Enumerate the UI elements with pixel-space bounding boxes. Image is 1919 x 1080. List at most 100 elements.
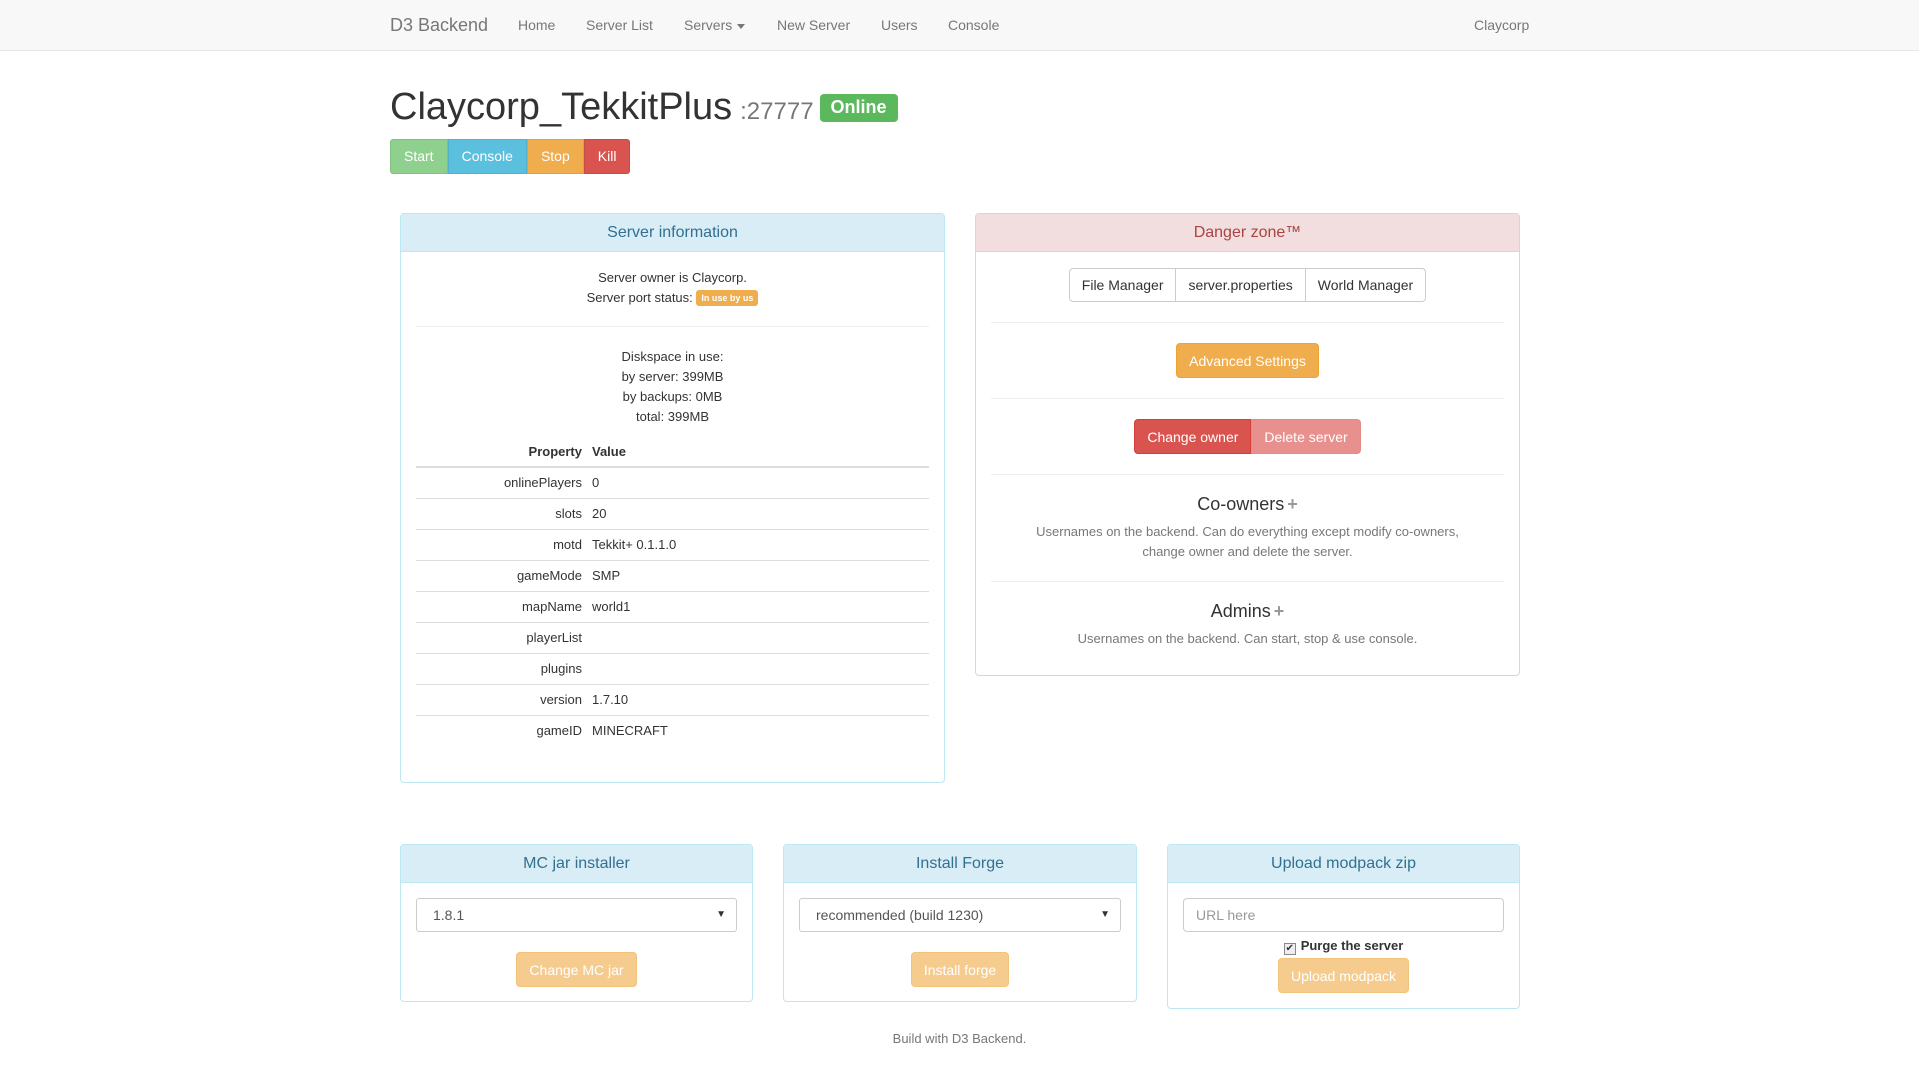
disk-server: by server: 399MB [621, 369, 724, 384]
mc-jar-panel: MC jar installer 1.8.1 ▼ Change MC jar [400, 844, 753, 1002]
mc-jar-button-row: Change MC jar [401, 952, 752, 987]
disk-title: Diskspace in use: [621, 349, 724, 364]
caret-down-icon [737, 23, 746, 29]
mc-version-selected: 1.8.1 [433, 907, 465, 923]
owner-block: Server owner is Claycorp. Server port st… [401, 268, 944, 308]
property-key: onlinePlayers [416, 466, 587, 498]
property-value: world1 [587, 590, 929, 622]
forge-version-select[interactable]: recommended (build 1230) ▼ [799, 898, 1121, 932]
divider [416, 326, 929, 327]
admins-title: Admins [1210, 601, 1271, 621]
property-value: 20 [587, 497, 929, 529]
delete-server-button[interactable]: Delete server [1251, 419, 1361, 454]
install-forge-button[interactable]: Install forge [910, 952, 1010, 987]
upload-modpack-heading: Upload modpack zip [1168, 845, 1519, 883]
purge-checkbox-label[interactable]: Purge the server [1301, 938, 1404, 953]
stop-button[interactable]: Stop [526, 139, 584, 174]
footer-text: Build with D3 Backend. [892, 1031, 1027, 1046]
property-value: Tekkit+ 0.1.1.0 [587, 528, 929, 560]
coowners-title: Co-owners [1197, 494, 1285, 514]
kill-button[interactable]: Kill [583, 139, 631, 174]
upload-modpack-panel: Upload modpack zip URL here ✔ Purge the s… [1167, 844, 1520, 1009]
property-value: MINECRAFT [587, 714, 929, 746]
nav-servers-dropdown[interactable]: Servers [684, 17, 746, 33]
property-key: gameID [416, 714, 587, 746]
nav-user-menu[interactable]: Claycorp [1474, 17, 1529, 33]
status-badge: Online [819, 94, 898, 122]
disk-backups: by backups: 0MB [622, 389, 723, 404]
mc-version-select[interactable]: 1.8.1 ▼ [416, 898, 737, 932]
modpack-button-row: Upload modpack [1168, 958, 1519, 993]
start-button[interactable]: Start [390, 139, 448, 174]
divider [991, 581, 1504, 582]
server-info-heading: Server information [401, 214, 944, 252]
purge-checkbox-row: ✔ Purge the server [1168, 938, 1519, 955]
server-info-panel: Server information Server owner is Clayc… [400, 213, 945, 783]
danger-zone-panel: Danger zone™ File Manager server.propert… [975, 213, 1520, 676]
add-coowner-plus-icon[interactable]: + [1287, 494, 1298, 514]
nav-console[interactable]: Console [948, 17, 999, 33]
nav-new-server[interactable]: New Server [777, 17, 850, 33]
change-owner-button[interactable]: Change owner [1134, 419, 1252, 454]
file-manager-button[interactable]: File Manager [1068, 268, 1177, 302]
disk-total: total: 399MB [636, 409, 709, 424]
purge-checkbox[interactable]: ✔ [1283, 943, 1296, 955]
property-value [587, 652, 929, 684]
divider [991, 322, 1504, 323]
property-value: SMP [587, 559, 929, 591]
brand-link[interactable]: D3 Backend [390, 15, 488, 36]
property-value [587, 621, 929, 653]
owner-actions-group: Change owner Delete server [976, 419, 1519, 454]
property-key: gameMode [416, 559, 587, 591]
table-row: gameMode SMP [416, 559, 929, 591]
property-key: plugins [416, 652, 587, 684]
owner-line: Server owner is Claycorp. [598, 270, 747, 285]
upload-modpack-button[interactable]: Upload modpack [1277, 958, 1410, 993]
property-value: 1.7.10 [587, 683, 929, 715]
admins-section: Admins + Usernames on the backend. Can st… [976, 601, 1519, 649]
nav-server-list[interactable]: Server List [586, 17, 653, 33]
server-port: :27777 [740, 98, 814, 125]
port-status-label: Server port status: [586, 290, 693, 305]
table-row: onlinePlayers 0 [416, 466, 929, 498]
server-properties-button[interactable]: server.properties [1175, 268, 1306, 302]
coowners-heading: Co-owners + [976, 494, 1519, 515]
top-navbar: D3 Backend Home Server List Servers New … [0, 0, 1919, 51]
property-key: motd [416, 528, 587, 560]
nav-home[interactable]: Home [518, 17, 555, 33]
page-title: Claycorp_TekkitPlus:27777 Online [390, 86, 898, 129]
install-forge-heading: Install Forge [784, 845, 1136, 883]
column-header-property: Property [416, 437, 587, 468]
port-status-line: Server port status: In use by us [401, 288, 944, 308]
install-forge-panel: Install Forge recommended (build 1230) ▼… [783, 844, 1137, 1002]
admins-heading: Admins + [976, 601, 1519, 622]
table-row: motd Tekkit+ 0.1.1.0 [416, 528, 929, 560]
world-manager-button[interactable]: World Manager [1304, 268, 1427, 302]
modpack-url-input[interactable]: URL here [1183, 898, 1504, 932]
nav-users[interactable]: Users [881, 17, 918, 33]
add-admin-plus-icon[interactable]: + [1274, 601, 1285, 621]
forge-version-selected: recommended (build 1230) [816, 907, 984, 923]
table-header-row: Property Value [416, 437, 929, 468]
table-row: gameID MINECRAFT [416, 714, 929, 746]
property-key: slots [416, 497, 587, 529]
coowners-desc-2: change owner and delete the server. [1142, 544, 1353, 559]
server-action-buttons: Start Console Stop Kill [390, 139, 631, 174]
table-row: plugins [416, 652, 929, 684]
table-row: version 1.7.10 [416, 683, 929, 715]
admins-desc: Usernames on the backend. Can start, sto… [1077, 631, 1418, 646]
property-key: playerList [416, 621, 587, 653]
console-button[interactable]: Console [447, 139, 527, 174]
change-mc-jar-button[interactable]: Change MC jar [516, 952, 637, 987]
table-row: mapName world1 [416, 590, 929, 622]
port-status-badge: In use by us [696, 290, 759, 306]
column-header-value: Value [587, 437, 929, 468]
coowners-desc-1: Usernames on the backend. Can do everyth… [1036, 524, 1459, 539]
dropdown-arrow-icon: ▼ [1100, 909, 1110, 920]
advanced-settings-button[interactable]: Advanced Settings [1176, 343, 1319, 378]
advanced-settings-row: Advanced Settings [976, 343, 1519, 378]
table-row: playerList [416, 621, 929, 653]
file-tools-group: File Manager server.properties World Man… [976, 268, 1519, 302]
forge-button-row: Install forge [784, 952, 1136, 987]
coowners-section: Co-owners + Usernames on the backend. Can… [976, 494, 1519, 562]
